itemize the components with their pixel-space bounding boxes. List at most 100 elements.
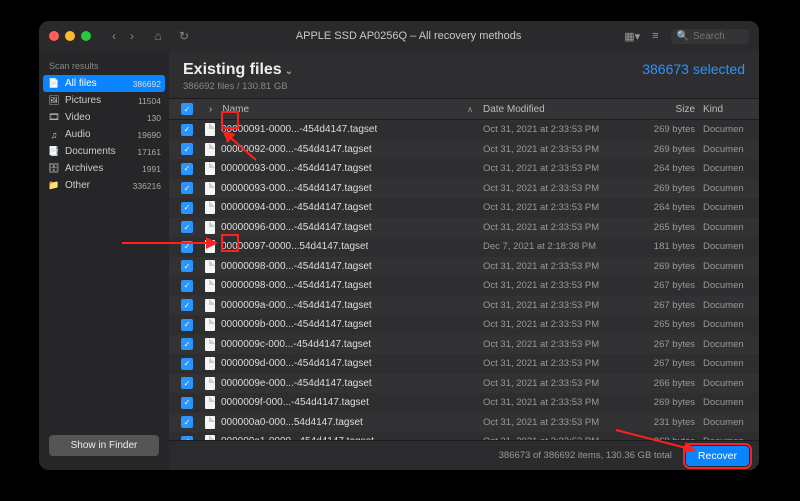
row-checkbox[interactable]: ✓ xyxy=(181,143,193,155)
file-size: 267 bytes xyxy=(633,280,703,291)
main-pane: Existing files⌄ 386692 files / 130.81 GB… xyxy=(169,51,759,470)
sidebar-item-all-files[interactable]: 📄All files386692 xyxy=(43,75,165,92)
sidebar-item-archives[interactable]: 🗄Archives1991 xyxy=(39,160,169,177)
close-icon[interactable] xyxy=(49,31,59,41)
show-in-finder-button[interactable]: Show in Finder xyxy=(49,435,159,456)
table-row[interactable]: ✓0000009a-000...-454d4147.tagsetOct 31, … xyxy=(169,296,759,316)
file-name: 00000097-0000...54d4147.tagset xyxy=(221,241,368,252)
file-date: Oct 31, 2021 at 2:33:53 PM xyxy=(483,378,633,389)
file-kind: Documen xyxy=(703,183,759,194)
table-row[interactable]: ✓0000009f-000...-454d4147.tagsetOct 31, … xyxy=(169,393,759,413)
window-title: APPLE SSD AP0256Q – All recovery methods xyxy=(193,30,624,42)
file-size: 266 bytes xyxy=(633,378,703,389)
row-checkbox[interactable]: ✓ xyxy=(181,377,193,389)
row-checkbox[interactable]: ✓ xyxy=(181,416,193,428)
file-size: 265 bytes xyxy=(633,319,703,330)
col-size[interactable]: Size xyxy=(633,104,703,115)
row-checkbox[interactable]: ✓ xyxy=(181,202,193,214)
table-row[interactable]: ✓00000096-000...-454d4147.tagsetOct 31, … xyxy=(169,218,759,238)
zoom-icon[interactable] xyxy=(81,31,91,41)
search-input[interactable] xyxy=(693,31,743,42)
file-name: 0000009e-000...-454d4147.tagset xyxy=(221,378,372,389)
table-row[interactable]: ✓00000091-0000...-454d4147.tagsetOct 31,… xyxy=(169,120,759,140)
file-date: Oct 31, 2021 at 2:33:53 PM xyxy=(483,261,633,272)
file-size: 181 bytes xyxy=(633,241,703,252)
document-icon xyxy=(205,435,215,440)
main-title[interactable]: Existing files⌄ xyxy=(183,61,293,79)
row-checkbox[interactable]: ✓ xyxy=(181,163,193,175)
table-row[interactable]: ✓00000094-000...-454d4147.tagsetOct 31, … xyxy=(169,198,759,218)
category-icon: 📄 xyxy=(47,78,61,89)
file-kind: Documen xyxy=(703,417,759,428)
row-checkbox[interactable]: ✓ xyxy=(181,182,193,194)
row-checkbox[interactable]: ✓ xyxy=(181,280,193,292)
row-checkbox[interactable]: ✓ xyxy=(181,397,193,409)
sidebar-item-video[interactable]: 🎞Video130 xyxy=(39,109,169,126)
row-checkbox[interactable]: ✓ xyxy=(181,338,193,350)
file-name: 00000093-000...-454d4147.tagset xyxy=(221,163,372,174)
table-row[interactable]: ✓00000098-000...-454d4147.tagsetOct 31, … xyxy=(169,276,759,296)
row-checkbox[interactable]: ✓ xyxy=(181,241,193,253)
home-icon[interactable]: ⌂ xyxy=(149,29,167,43)
file-kind: Documen xyxy=(703,202,759,213)
file-kind: Documen xyxy=(703,339,759,350)
document-icon xyxy=(205,299,215,312)
row-checkbox[interactable]: ✓ xyxy=(181,221,193,233)
view-grid-icon[interactable]: ▦▾ xyxy=(624,30,640,43)
file-date: Oct 31, 2021 at 2:33:53 PM xyxy=(483,183,633,194)
col-name[interactable]: ›Name∧ xyxy=(205,104,483,115)
col-kind[interactable]: Kind xyxy=(703,104,759,115)
col-date[interactable]: Date Modified xyxy=(483,104,633,115)
row-checkbox[interactable]: ✓ xyxy=(181,436,193,440)
file-size: 264 bytes xyxy=(633,163,703,174)
sidebar-item-pictures[interactable]: 🖼Pictures11504 xyxy=(39,92,169,109)
table-row[interactable]: ✓0000009d-000...-454d4147.tagsetOct 31, … xyxy=(169,354,759,374)
file-name: 0000009c-000...-454d4147.tagset xyxy=(221,339,371,350)
sidebar-item-label: Documents xyxy=(65,146,137,157)
file-date: Oct 31, 2021 at 2:33:53 PM xyxy=(483,163,633,174)
table-row[interactable]: ✓0000009b-000...-454d4147.tagsetOct 31, … xyxy=(169,315,759,335)
table-row[interactable]: ✓ 00000093-000...-454d4147.tagset Oct 31, … xyxy=(169,159,759,179)
window-body: Scan results 📄All files386692🖼Pictures11… xyxy=(39,51,759,470)
file-kind: Documen xyxy=(703,144,759,155)
sidebar-item-other[interactable]: 📁Other336216 xyxy=(39,177,169,194)
file-name: 000000a0-000...54d4147.tagset xyxy=(221,417,363,428)
search-icon: 🔍 xyxy=(677,31,689,42)
column-headers: ✓ ›Name∧ Date Modified Size Kind xyxy=(169,98,759,120)
document-icon xyxy=(205,260,215,273)
sidebar-item-label: Video xyxy=(65,112,147,123)
table-row[interactable]: ✓000000a1-0000...454d4147.tagsetOct 31, … xyxy=(169,432,759,440)
row-checkbox[interactable]: ✓ xyxy=(181,299,193,311)
document-icon xyxy=(205,377,215,390)
minimize-icon[interactable] xyxy=(65,31,75,41)
file-date: Oct 31, 2021 at 2:33:53 PM xyxy=(483,124,633,135)
table-row[interactable]: ✓00000097-0000...54d4147.tagsetDec 7, 20… xyxy=(169,237,759,257)
search-box[interactable]: 🔍 xyxy=(671,29,749,44)
table-row[interactable]: ✓00000098-000...-454d4147.tagsetOct 31, … xyxy=(169,257,759,277)
history-icon[interactable]: ↻ xyxy=(175,29,193,43)
nav-back-icon[interactable]: ‹ xyxy=(105,29,123,43)
settings-icon[interactable]: ≡ xyxy=(652,30,658,42)
table-row[interactable]: ✓00000092-000...-454d4147.tagsetOct 31, … xyxy=(169,140,759,160)
table-row[interactable]: ✓0000009c-000...-454d4147.tagsetOct 31, … xyxy=(169,335,759,355)
document-icon xyxy=(205,338,215,351)
file-size: 267 bytes xyxy=(633,300,703,311)
row-checkbox[interactable]: ✓ xyxy=(181,260,193,272)
document-icon xyxy=(205,201,215,214)
recover-button[interactable]: Recover xyxy=(686,446,749,466)
main-subtitle: 386692 files / 130.81 GB xyxy=(183,81,293,92)
sidebar-item-audio[interactable]: ♫Audio19690 xyxy=(39,126,169,143)
row-checkbox[interactable]: ✓ xyxy=(181,319,193,331)
sidebar-item-count: 17161 xyxy=(137,147,161,157)
row-checkbox[interactable]: ✓ xyxy=(181,358,193,370)
sidebar-item-documents[interactable]: 📑Documents17161 xyxy=(39,143,169,160)
select-all-checkbox[interactable]: ✓ xyxy=(181,103,193,115)
nav-forward-icon[interactable]: › xyxy=(123,29,141,43)
selected-count: 386673 selected xyxy=(642,61,745,77)
table-row[interactable]: ✓000000a0-000...54d4147.tagsetOct 31, 20… xyxy=(169,413,759,433)
table-row[interactable]: ✓ 0000009e-000...-454d4147.tagset Oct 31, … xyxy=(169,374,759,394)
row-checkbox[interactable]: ✓ xyxy=(181,124,193,136)
table-row[interactable]: ✓00000093-000...-454d4147.tagsetOct 31, … xyxy=(169,179,759,199)
file-kind: Documen xyxy=(703,280,759,291)
file-name: 00000094-000...-454d4147.tagset xyxy=(221,202,372,213)
